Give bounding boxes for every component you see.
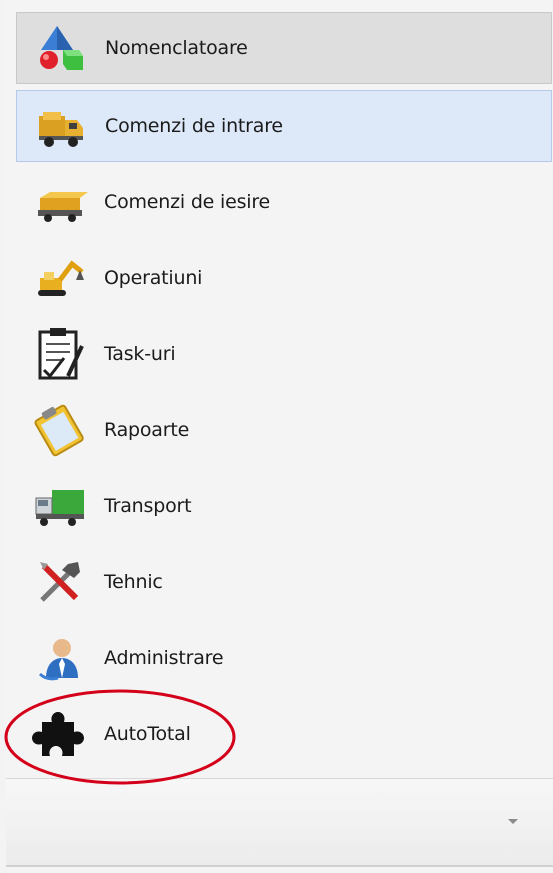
nav-item-label: AutoTotal — [104, 723, 191, 745]
navigation-panel: Nomenclatoare Comenzi de intrare Comenzi… — [6, 0, 553, 873]
package-pallet-icon — [32, 174, 88, 230]
nav-item-task-uri[interactable]: Task-uri — [16, 318, 552, 390]
nav-item-label: Comenzi de iesire — [104, 191, 271, 213]
nav-item-label: Task-uri — [104, 343, 176, 365]
nav-item-comenzi-de-intrare[interactable]: Comenzi de intrare — [16, 90, 552, 162]
nav-item-label: Transport — [104, 495, 192, 517]
nav-item-label: Tehnic — [104, 571, 163, 593]
nav-item-label: Rapoarte — [104, 419, 190, 441]
nav-item-label: Comenzi de intrare — [105, 115, 283, 137]
nav-item-nomenclatoare[interactable]: Nomenclatoare — [16, 12, 552, 84]
excavator-icon — [32, 250, 88, 306]
nav-item-administrare[interactable]: Administrare — [16, 622, 552, 694]
nav-item-label: Operatiuni — [104, 267, 203, 289]
nav-item-label: Administrare — [104, 647, 224, 669]
nav-item-comenzi-de-iesire[interactable]: Comenzi de iesire — [16, 166, 552, 238]
nav-item-tehnic[interactable]: Tehnic — [16, 546, 552, 618]
tools-icon — [32, 554, 88, 610]
puzzle-piece-icon — [32, 706, 88, 762]
delivery-truck-icon — [33, 98, 89, 154]
nav-item-transport[interactable]: Transport — [16, 470, 552, 542]
shapes-icon — [33, 20, 89, 76]
green-truck-icon — [32, 478, 88, 534]
clipboard-checklist-icon — [32, 326, 88, 382]
navigation-footer — [6, 778, 553, 867]
nav-item-autototal[interactable]: AutoTotal — [16, 698, 552, 770]
user-icon — [32, 630, 88, 686]
nav-item-rapoarte[interactable]: Rapoarte — [16, 394, 552, 466]
nav-item-operatiuni[interactable]: Operatiuni — [16, 242, 552, 314]
report-clipboard-icon — [32, 402, 88, 458]
chevron-down-icon[interactable] — [505, 813, 521, 829]
nav-item-label: Nomenclatoare — [105, 37, 248, 59]
